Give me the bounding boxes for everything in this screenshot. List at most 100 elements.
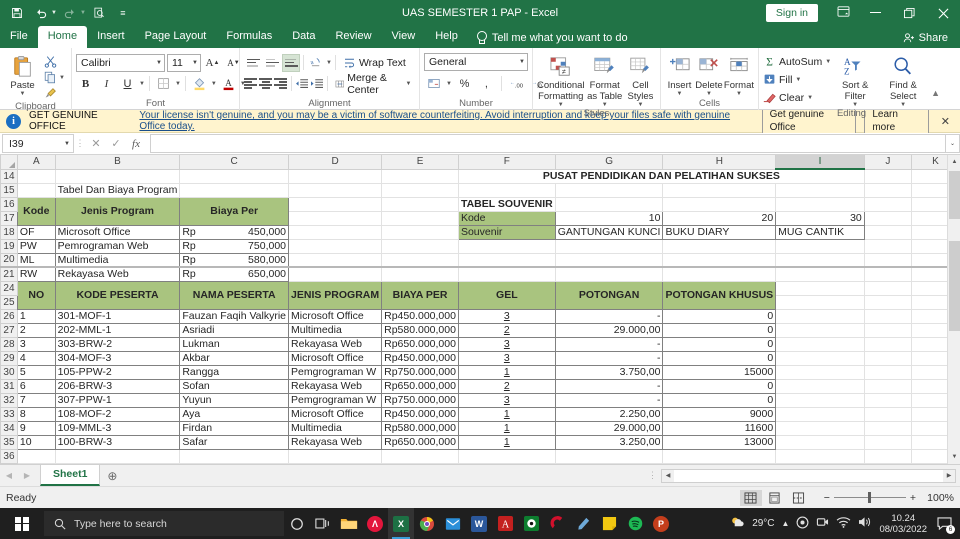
delete-dropdown-icon[interactable]: ▼ <box>706 91 712 97</box>
zoom-thumb[interactable] <box>867 492 871 503</box>
cell-C14[interactable] <box>179 169 290 184</box>
cell-F26[interactable]: 3 <box>457 308 556 324</box>
cell-E34[interactable]: Rp580.000,000 <box>381 420 459 436</box>
cell-G18[interactable]: GANTUNGAN KUNCI <box>554 224 664 240</box>
comma-style-button[interactable]: , <box>477 75 496 93</box>
cell-D31[interactable]: Rekayasa Web <box>288 378 383 394</box>
cell-G17[interactable]: 10 <box>554 210 664 226</box>
cell-E16[interactable] <box>381 197 459 212</box>
cell-H24[interactable]: POTONGAN KHUSUS <box>662 280 777 310</box>
cell-B28[interactable]: 303-BRW-2 <box>54 336 181 352</box>
start-button[interactable] <box>0 516 44 531</box>
cell-B26[interactable]: 301-MOF-1 <box>54 308 181 324</box>
cell-G35[interactable]: 3.250,00 <box>554 434 664 450</box>
cell-C15[interactable] <box>179 183 290 198</box>
scroll-down-icon[interactable]: ▼ <box>948 450 960 464</box>
fill-color-dropdown-icon[interactable]: ▼ <box>211 81 217 87</box>
cell-F24[interactable]: GEL <box>457 280 556 310</box>
zoom-out-icon[interactable]: − <box>824 492 830 504</box>
copy-button[interactable]: ▼ <box>44 70 65 85</box>
cell-A36[interactable] <box>17 449 56 464</box>
cell-D34[interactable]: Multimedia <box>288 420 383 436</box>
cell-J15[interactable] <box>864 183 913 198</box>
cell-E35[interactable]: Rp650.000,000 <box>381 434 459 450</box>
align-left-icon[interactable] <box>244 75 258 93</box>
cell-F36[interactable] <box>458 449 556 464</box>
cell-H19[interactable] <box>662 239 777 254</box>
cell-D35[interactable]: Rekayasa Web <box>288 434 383 450</box>
row-header-14[interactable]: 14 <box>0 168 18 184</box>
print-preview-icon[interactable] <box>88 3 110 23</box>
normal-view-icon[interactable] <box>739 489 762 506</box>
prev-sheet-icon[interactable]: ◀ <box>0 471 18 480</box>
file-explorer-icon[interactable] <box>336 508 362 539</box>
insert-dropdown-icon[interactable]: ▼ <box>677 91 683 97</box>
wifi-icon[interactable] <box>836 516 851 531</box>
ribbon-display-options-icon[interactable] <box>828 6 858 20</box>
cell-I35[interactable] <box>775 435 865 450</box>
cell-A21[interactable]: RW <box>16 266 56 282</box>
cell-D30[interactable]: Pemgrograman W <box>288 364 383 380</box>
cell-J19[interactable] <box>864 239 913 254</box>
tab-review[interactable]: Review <box>325 26 381 48</box>
cell-G24[interactable]: POTONGAN <box>554 280 664 310</box>
cell-D29[interactable]: Microsoft Office <box>288 350 383 366</box>
cell-C34[interactable]: Firdan <box>179 420 290 436</box>
spotify-icon[interactable] <box>622 508 648 539</box>
onedrive-icon[interactable] <box>796 516 809 532</box>
tab-home[interactable]: Home <box>37 26 88 48</box>
cell-H30[interactable]: 15000 <box>662 364 777 380</box>
cell-E31[interactable]: Rp650.000,000 <box>381 378 459 394</box>
cell-B30[interactable]: 105-PPW-2 <box>54 364 181 380</box>
cell-F30[interactable]: 1 <box>457 364 556 380</box>
delete-cells-button[interactable]: Delete ▼ <box>694 52 724 97</box>
cell-B15[interactable]: Tabel Dan Biaya Program <box>55 183 181 198</box>
row-header-18[interactable]: 18 <box>0 224 18 240</box>
cell-E32[interactable]: Rp750.000,000 <box>381 392 459 408</box>
column-header-D[interactable]: D <box>288 155 383 170</box>
volume-icon[interactable] <box>858 516 872 531</box>
cell-H34[interactable]: 11600 <box>662 420 777 436</box>
format-as-table-button[interactable]: Format as Table ▼ <box>585 52 625 108</box>
cell-I21[interactable] <box>775 267 865 282</box>
cell-J20[interactable] <box>864 253 913 268</box>
clear-dropdown-icon[interactable]: ▼ <box>807 95 813 101</box>
cell-D26[interactable]: Microsoft Office <box>288 308 383 324</box>
cell-G20[interactable] <box>555 253 664 268</box>
wrap-text-button[interactable]: Wrap Text <box>339 54 410 72</box>
cell-G16[interactable] <box>555 197 664 212</box>
cell-D33[interactable]: Microsoft Office <box>288 406 383 422</box>
cell-E27[interactable]: Rp580.000,000 <box>381 322 459 338</box>
cell-B24[interactable]: KODE PESERTA <box>54 280 181 310</box>
cell-I26[interactable] <box>775 309 865 324</box>
find-select-button[interactable]: Find & Select ▼ <box>879 52 927 108</box>
next-sheet-icon[interactable]: ▶ <box>18 471 36 480</box>
tell-me-box[interactable]: Tell me what you want to do <box>468 28 636 48</box>
cell-D19[interactable] <box>288 239 383 254</box>
undo-icon[interactable] <box>30 3 52 23</box>
cell-I33[interactable] <box>775 407 865 422</box>
cell-D18[interactable] <box>288 225 383 240</box>
paste-button[interactable]: Paste ▼ <box>4 52 41 97</box>
cell-F34[interactable]: 1 <box>457 420 556 436</box>
copy-dropdown-icon[interactable]: ▼ <box>59 75 65 81</box>
column-header-G[interactable]: G <box>554 155 664 170</box>
word-icon[interactable]: W <box>466 508 492 539</box>
number-format-select[interactable]: General ▼ <box>424 53 528 71</box>
clear-button[interactable]: Clear ▼ <box>763 89 831 106</box>
cell-C35[interactable]: Safar <box>179 434 290 450</box>
cell-E17[interactable] <box>381 211 459 226</box>
collapse-ribbon-icon[interactable]: ▲ <box>931 88 940 98</box>
increase-font-size-icon[interactable]: A ▲ <box>203 54 222 72</box>
scroll-right-icon[interactable]: ▶ <box>943 472 955 479</box>
weather-temp[interactable]: 29°C <box>752 518 774 529</box>
powerpoint-icon[interactable]: P <box>648 508 674 539</box>
cell-J34[interactable] <box>864 421 913 436</box>
cell-B20[interactable]: Multimedia <box>54 252 181 268</box>
row-header-16[interactable]: 16 <box>0 196 18 212</box>
cell-B35[interactable]: 100-BRW-3 <box>54 434 181 450</box>
cell-A15[interactable] <box>17 183 56 198</box>
decrease-indent-icon[interactable] <box>295 75 309 93</box>
cell-I25[interactable] <box>775 295 865 310</box>
align-bottom-icon[interactable] <box>282 53 300 72</box>
